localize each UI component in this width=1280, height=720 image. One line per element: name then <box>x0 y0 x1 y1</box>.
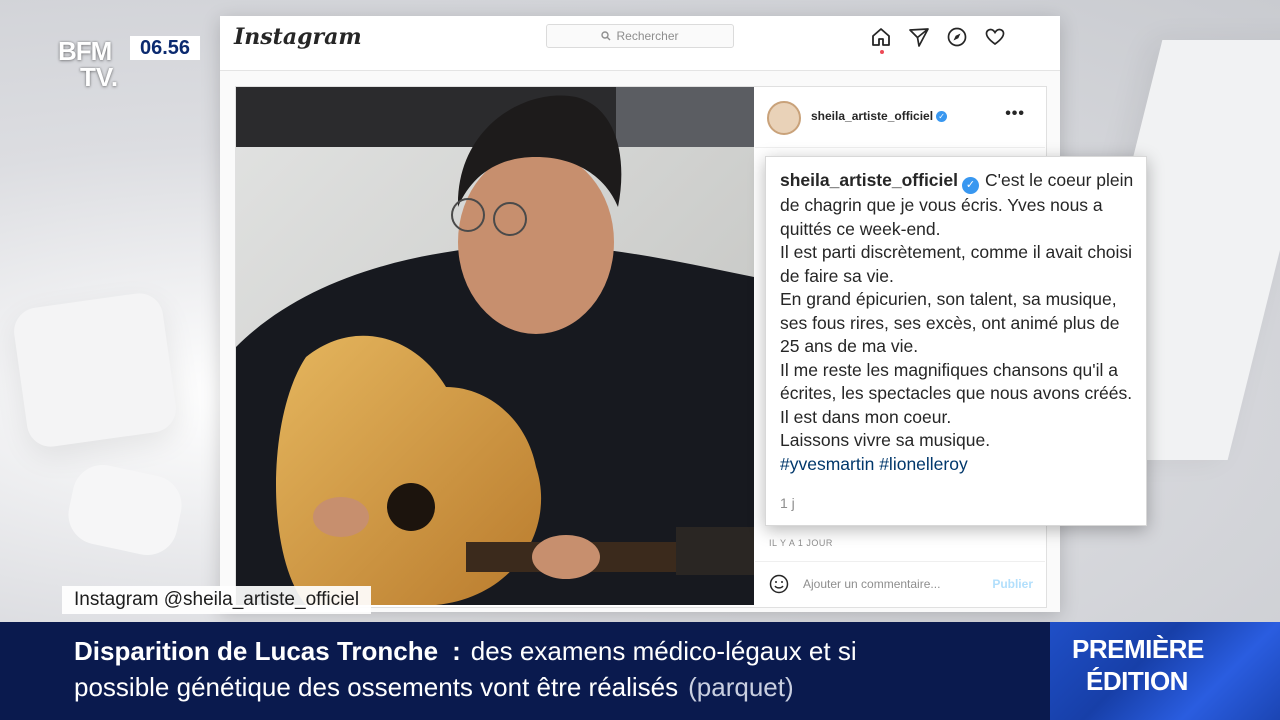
post-username[interactable]: sheila_artiste_officiel ✓ <box>811 109 948 123</box>
caption-hashtags[interactable]: #yvesmartin #lionelleroy <box>780 454 968 474</box>
caption-line: Il me reste les magnifiques chansons qu'… <box>780 359 1133 427</box>
news-ticker: Disparition de Lucas Tronche: des examens… <box>0 622 1050 720</box>
headline-separator: : <box>452 636 461 666</box>
headline-source: (parquet) <box>688 672 794 702</box>
search-icon <box>601 31 611 41</box>
caption-age: 1 j <box>780 495 795 511</box>
heart-icon[interactable] <box>984 26 1006 48</box>
logo-text: TV. <box>80 62 119 92</box>
instagram-wordmark[interactable]: Instagram <box>234 24 362 50</box>
instagram-header: Instagram Rechercher <box>220 16 1060 71</box>
program-brand: PREMIÈRE ÉDITION <box>1050 622 1280 720</box>
emoji-icon[interactable] <box>769 574 789 594</box>
background-decor <box>10 290 180 450</box>
search-input[interactable]: Rechercher <box>546 24 734 48</box>
caption-text: sheila_artiste_officiel ✓ C'est le coeur p… <box>780 169 1135 476</box>
caption-line: En grand épicurien, son talent, sa musiq… <box>780 289 1120 356</box>
channel-logo: BFM TV. <box>58 36 128 94</box>
program-name: ÉDITION <box>1086 666 1188 696</box>
post-header: sheila_artiste_officiel ✓ ••• <box>755 87 1045 148</box>
clock: 06.56 <box>130 36 200 60</box>
headline-title: Disparition de Lucas Tronche <box>74 636 439 666</box>
search-placeholder: Rechercher <box>616 29 679 43</box>
headline-line-2: possible génétique des ossements vont êt… <box>74 672 794 703</box>
direct-message-icon[interactable] <box>908 26 930 48</box>
program-name: PREMIÈRE <box>1072 634 1204 664</box>
headline-line-1: Disparition de Lucas Tronche: des examens… <box>74 636 857 667</box>
comment-bar: Ajouter un commentaire... Publier <box>755 561 1045 606</box>
avatar[interactable] <box>767 101 801 135</box>
post-username-text: sheila_artiste_officiel <box>811 109 934 123</box>
comment-input[interactable]: Ajouter un commentaire... <box>803 577 940 591</box>
caption-username[interactable]: sheila_artiste_officiel <box>780 170 958 190</box>
source-label: Instagram @sheila_artiste_officiel <box>62 586 372 614</box>
publish-button[interactable]: Publier <box>992 577 1033 591</box>
post-timestamp: IL Y A 1 JOUR <box>769 538 833 548</box>
verified-badge-icon: ✓ <box>936 111 948 123</box>
headline-text: des examens médico-légaux et si <box>470 636 857 666</box>
more-options-button[interactable]: ••• <box>1005 105 1025 123</box>
home-icon[interactable] <box>870 26 892 48</box>
caption-line: Il est parti discrètement, comme il avai… <box>780 242 1133 286</box>
instagram-nav <box>870 26 1006 48</box>
notification-dot <box>880 50 884 54</box>
explore-icon[interactable] <box>946 26 968 48</box>
verified-badge-icon: ✓ <box>962 177 979 194</box>
post-photo[interactable] <box>236 87 754 605</box>
headline-text: possible génétique des ossements vont êt… <box>74 672 679 702</box>
caption-line: Laissons vivre sa musique. <box>780 430 991 450</box>
caption-zoom-card: sheila_artiste_officiel ✓ C'est le coeur p… <box>765 156 1147 526</box>
post-photo-illustration <box>236 87 754 605</box>
